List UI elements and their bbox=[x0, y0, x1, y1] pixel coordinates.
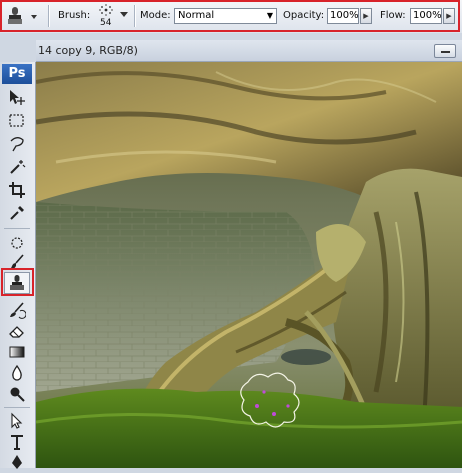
toolbox: Ps bbox=[0, 62, 36, 469]
type-icon bbox=[11, 435, 23, 450]
history-brush-icon bbox=[10, 302, 26, 319]
gradient-icon bbox=[9, 346, 25, 358]
ps-logo[interactable]: Ps bbox=[2, 64, 32, 84]
mode-select[interactable]: Normal ▼ bbox=[174, 8, 277, 24]
flow-input[interactable]: 100% bbox=[410, 8, 442, 24]
dodge-tool[interactable] bbox=[4, 383, 30, 405]
eraser-icon bbox=[9, 326, 24, 338]
history-brush-tool[interactable] bbox=[4, 299, 30, 321]
flow-label: Flow: bbox=[380, 10, 406, 21]
flow-slider-button[interactable]: ▶ bbox=[443, 8, 455, 24]
crop-icon bbox=[9, 182, 25, 198]
chevron-right-icon: ▶ bbox=[446, 12, 452, 20]
canvas-image bbox=[36, 62, 462, 468]
divider bbox=[4, 228, 30, 229]
type-tool[interactable] bbox=[4, 431, 30, 453]
clone-stamp-preset-icon bbox=[8, 7, 37, 24]
dodge-icon bbox=[10, 387, 25, 402]
chevron-down-icon bbox=[120, 12, 128, 17]
move-icon bbox=[10, 90, 25, 105]
eyedropper-icon bbox=[10, 206, 24, 220]
document-canvas[interactable] bbox=[36, 62, 462, 468]
blur-tool[interactable] bbox=[4, 362, 30, 384]
lasso-icon bbox=[10, 137, 24, 152]
flow-value: 100% bbox=[413, 10, 442, 21]
options-bar: Brush: 54 Mode: Normal ▼ Opacity: 100% ▶… bbox=[0, 0, 462, 33]
magic-wand-icon bbox=[10, 160, 26, 174]
mode-value: Normal bbox=[178, 10, 215, 21]
path-selection-icon bbox=[11, 412, 23, 429]
chevron-right-icon: ▶ bbox=[363, 12, 369, 20]
crop-tool[interactable] bbox=[4, 179, 30, 201]
separator bbox=[48, 5, 49, 27]
marquee-tool[interactable] bbox=[4, 110, 30, 132]
magic-wand-tool[interactable] bbox=[4, 156, 30, 178]
minimize-button[interactable] bbox=[434, 44, 456, 58]
brush-label: Brush: bbox=[58, 10, 91, 21]
separator bbox=[134, 5, 135, 27]
document-title: 14 copy 9, RGB/8) bbox=[38, 44, 138, 57]
marquee-icon bbox=[9, 114, 24, 127]
clone-stamp-highlight bbox=[1, 268, 34, 296]
pen-tool[interactable] bbox=[4, 451, 30, 473]
eraser-tool[interactable] bbox=[4, 320, 30, 342]
document-title-bar: 14 copy 9, RGB/8) bbox=[36, 40, 462, 62]
mode-label: Mode: bbox=[140, 10, 171, 21]
eyedropper-tool[interactable] bbox=[4, 202, 30, 224]
opacity-slider-button[interactable]: ▶ bbox=[360, 8, 372, 24]
opacity-input[interactable]: 100% bbox=[327, 8, 359, 24]
tool-preset-picker[interactable] bbox=[5, 4, 41, 28]
brush-size: 54 bbox=[100, 18, 112, 28]
opacity-label: Opacity: bbox=[283, 10, 325, 21]
brush-tip-icon bbox=[99, 4, 113, 16]
divider bbox=[4, 407, 30, 408]
pen-icon bbox=[12, 455, 22, 469]
move-tool[interactable] bbox=[4, 87, 30, 109]
brush-picker[interactable]: 54 bbox=[94, 3, 128, 31]
gradient-tool[interactable] bbox=[4, 341, 30, 363]
lasso-tool[interactable] bbox=[4, 133, 30, 155]
opacity-value: 100% bbox=[330, 10, 359, 21]
chevron-down-icon: ▼ bbox=[266, 11, 273, 20]
path-selection-tool[interactable] bbox=[4, 410, 30, 432]
blur-drop-icon bbox=[12, 364, 22, 381]
healing-brush-icon bbox=[11, 237, 23, 249]
